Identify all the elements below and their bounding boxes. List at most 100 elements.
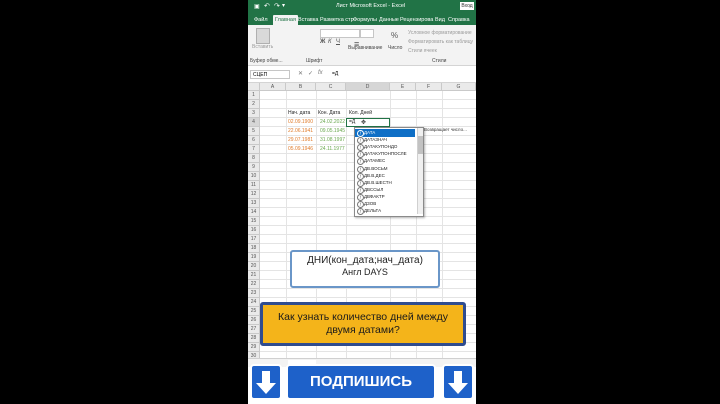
- row-header[interactable]: 5: [248, 127, 260, 136]
- tab-insert[interactable]: Вставка: [298, 15, 318, 25]
- header-end-date[interactable]: Кон. Дата: [318, 109, 340, 118]
- header-days[interactable]: Кол. Дней: [349, 109, 372, 118]
- column-header[interactable]: C: [316, 83, 346, 91]
- excel-window: ▣ ↶ ↷ ▾ Лист Microsoft Excel - Excel Вхо…: [248, 0, 476, 404]
- autocomplete-item-label: ДЗОВ: [364, 201, 377, 206]
- italic-icon[interactable]: К: [328, 39, 332, 45]
- row-header[interactable]: 17: [248, 235, 260, 244]
- save-icon[interactable]: ▣: [254, 3, 260, 10]
- font-name-dropdown[interactable]: [320, 29, 360, 38]
- grid-line: [260, 288, 476, 289]
- row-header[interactable]: 28: [248, 334, 260, 343]
- cursor-icon: ✥: [361, 120, 367, 126]
- tab-home[interactable]: Главная: [273, 15, 298, 25]
- paste-button-label[interactable]: Вставить: [252, 44, 273, 50]
- function-autocomplete-list[interactable]: ƒ ДАТА ƒ ДАТАЗНАЧ ƒ ДАТАКУПОНДО ƒ ДАТАКУПОНПОСЛ…: [354, 127, 424, 217]
- start-date-cell[interactable]: 29.07.1981: [288, 136, 313, 145]
- tab-data[interactable]: Данные: [379, 15, 399, 25]
- conditional-format-button[interactable]: Условное форматирование: [408, 30, 472, 36]
- header-start-date[interactable]: Нач. дата: [288, 109, 310, 118]
- column-header[interactable]: E: [390, 83, 416, 91]
- end-date-cell[interactable]: 31.08.1997: [320, 136, 345, 145]
- row-header[interactable]: 3: [248, 109, 260, 118]
- start-date-cell[interactable]: 02.09.1900: [288, 118, 313, 127]
- cancel-icon[interactable]: ✕: [298, 70, 303, 77]
- row-header[interactable]: 19: [248, 253, 260, 262]
- row-header[interactable]: 21: [248, 271, 260, 280]
- row-header[interactable]: 6: [248, 136, 260, 145]
- row-header[interactable]: 4: [248, 118, 260, 127]
- column-header[interactable]: B: [286, 83, 316, 91]
- tab-page-layout[interactable]: Разметка стр: [320, 15, 354, 25]
- row-header[interactable]: 13: [248, 199, 260, 208]
- tab-file[interactable]: Файл: [254, 15, 268, 25]
- name-box[interactable]: СЦЕП: [250, 70, 290, 79]
- quick-access-chevron-icon[interactable]: ▾: [282, 2, 285, 9]
- font-group-label: Шрифт: [306, 58, 323, 64]
- column-header[interactable]: A: [260, 83, 286, 91]
- row-header[interactable]: 24: [248, 298, 260, 307]
- row-header[interactable]: 15: [248, 217, 260, 226]
- tab-formulas[interactable]: Формулы: [353, 15, 377, 25]
- select-all-corner[interactable]: [248, 83, 260, 91]
- active-cell[interactable]: =Д ✥: [346, 118, 390, 127]
- tab-review[interactable]: Рецензирова: [400, 15, 433, 25]
- formula-input[interactable]: =Д: [332, 70, 474, 79]
- row-header[interactable]: 29: [248, 343, 260, 352]
- autocomplete-item-label: ДАТА: [364, 130, 376, 135]
- clipboard-group-label: Буфер обме...: [250, 58, 283, 64]
- start-date-cell[interactable]: 05.09.1946: [288, 145, 313, 154]
- paste-icon[interactable]: [256, 28, 270, 44]
- row-header[interactable]: 8: [248, 154, 260, 163]
- window-title: Лист Microsoft Excel - Excel: [336, 3, 406, 9]
- row-header[interactable]: 7: [248, 145, 260, 154]
- enter-icon[interactable]: ✓: [308, 70, 313, 77]
- function-icon[interactable]: fx: [318, 70, 323, 76]
- signin-button[interactable]: Вход: [460, 2, 474, 10]
- row-header[interactable]: 16: [248, 226, 260, 235]
- row-header[interactable]: 23: [248, 289, 260, 298]
- title-bar: ▣ ↶ ↷ ▾ Лист Microsoft Excel - Excel Вхо…: [248, 0, 476, 13]
- row-header[interactable]: 22: [248, 280, 260, 289]
- tab-view[interactable]: Вид: [435, 15, 445, 25]
- start-date-cell[interactable]: 22.06.1941: [288, 127, 313, 136]
- column-header[interactable]: D: [346, 83, 390, 91]
- row-header[interactable]: 12: [248, 190, 260, 199]
- tab-help[interactable]: Справка: [448, 15, 470, 25]
- row-header[interactable]: 14: [248, 208, 260, 217]
- font-size-dropdown[interactable]: [360, 29, 374, 38]
- end-date-cell[interactable]: 09.05.1945: [320, 127, 345, 136]
- undo-icon[interactable]: ↶: [264, 2, 270, 10]
- scrollbar-thumb[interactable]: [418, 136, 423, 154]
- percent-icon[interactable]: %: [391, 31, 398, 40]
- down-arrow-button-left[interactable]: [250, 364, 282, 400]
- row-header[interactable]: 2: [248, 100, 260, 109]
- row-header[interactable]: 27: [248, 325, 260, 334]
- end-date-cell[interactable]: 24.02.2022: [320, 118, 345, 127]
- column-header[interactable]: F: [416, 83, 442, 91]
- row-header[interactable]: 20: [248, 262, 260, 271]
- ribbon: Вставить Буфер обме... Ж К Ч Шрифт ≡ Выр…: [248, 25, 476, 66]
- underline-icon[interactable]: Ч: [336, 39, 340, 45]
- row-header[interactable]: 10: [248, 172, 260, 181]
- down-arrow-button-right[interactable]: [442, 364, 474, 400]
- subscribe-button[interactable]: ПОДПИШИСЬ: [286, 364, 436, 400]
- autocomplete-scrollbar[interactable]: [417, 128, 423, 214]
- autocomplete-item-label: ДВ.В.ШЕСТН: [364, 179, 392, 185]
- autocomplete-item[interactable]: ƒ ДЕЛЬТА: [355, 207, 415, 216]
- redo-icon[interactable]: ↷: [274, 2, 280, 10]
- bold-icon[interactable]: Ж: [320, 39, 325, 45]
- number-button-label[interactable]: Число: [388, 45, 402, 51]
- format-table-button[interactable]: Форматировать как таблицу: [408, 39, 473, 45]
- align-button-label[interactable]: Выравнивание: [348, 45, 382, 51]
- row-header[interactable]: 11: [248, 181, 260, 190]
- column-header[interactable]: G: [442, 83, 476, 91]
- cell-styles-button[interactable]: Стили ячеек: [408, 48, 437, 54]
- row-header[interactable]: 25: [248, 307, 260, 316]
- row-header[interactable]: 9: [248, 163, 260, 172]
- row-header[interactable]: 18: [248, 244, 260, 253]
- end-date-cell[interactable]: 24.11.1977: [320, 145, 345, 154]
- row-header[interactable]: 26: [248, 316, 260, 325]
- row-header[interactable]: 1: [248, 91, 260, 100]
- styles-group-label: Стили: [432, 58, 447, 64]
